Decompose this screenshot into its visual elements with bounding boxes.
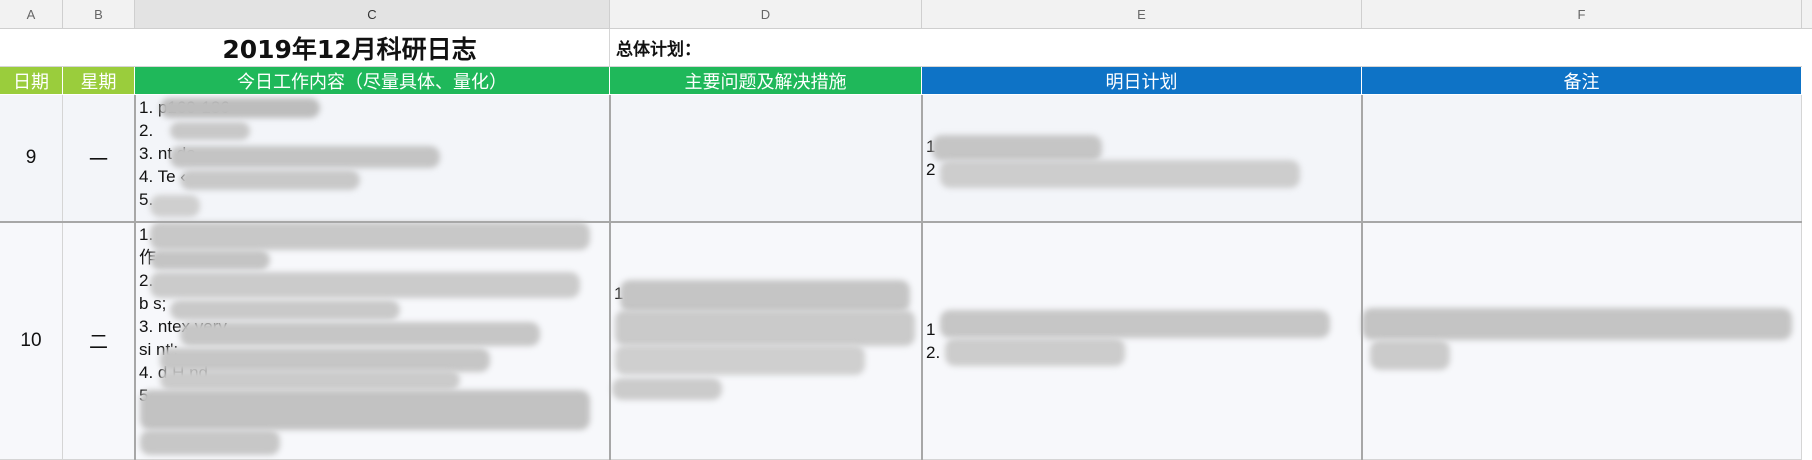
redaction-mask <box>180 170 360 190</box>
redaction-mask <box>160 348 490 372</box>
overall-plan-value[interactable] <box>922 29 1802 67</box>
column-header-f[interactable]: F <box>1362 0 1802 29</box>
redaction-mask <box>940 160 1300 188</box>
column-divider <box>921 95 923 460</box>
column-header-c[interactable]: C <box>135 0 610 29</box>
redaction-mask <box>150 195 200 217</box>
overall-plan-label[interactable]: 总体计划： <box>610 29 922 67</box>
redaction-mask <box>945 338 1125 366</box>
column-header-b[interactable]: B <box>63 0 135 29</box>
redaction-mask <box>932 135 1102 161</box>
column-header-d[interactable]: D <box>610 0 922 29</box>
redaction-mask <box>170 122 250 140</box>
column-divider <box>134 95 136 460</box>
date-cell[interactable]: 10 <box>0 222 63 460</box>
redaction-mask <box>150 250 270 270</box>
redaction-mask <box>140 430 280 455</box>
redaction-mask <box>140 390 590 430</box>
notes-cell[interactable] <box>1362 95 1802 222</box>
work-line: 5. <box>139 190 154 209</box>
redaction-mask <box>615 345 865 375</box>
redaction-mask <box>1362 308 1792 340</box>
redaction-mask <box>620 280 910 312</box>
redaction-mask <box>150 222 590 250</box>
redaction-mask <box>615 310 915 346</box>
sheet-title[interactable]: 2019年12月科研日志 <box>0 29 610 67</box>
column-header-e[interactable]: E <box>922 0 1362 29</box>
spreadsheet-grid: A B C D E F 2019年12月科研日志 总体计划： 日期 星期 今日工… <box>0 0 1812 460</box>
redaction-mask <box>160 98 320 118</box>
header-today-work[interactable]: 今日工作内容（尽量具体、量化） <box>135 67 610 95</box>
header-issues[interactable]: 主要问题及解决措施 <box>610 67 922 95</box>
column-divider <box>609 95 611 460</box>
redaction-mask <box>150 272 580 298</box>
column-header-a[interactable]: A <box>0 0 63 29</box>
header-weekday[interactable]: 星期 <box>63 67 135 95</box>
weekday-cell[interactable]: 二 <box>63 222 135 460</box>
column-divider <box>1361 95 1363 460</box>
issues-cell[interactable] <box>610 95 922 222</box>
redaction-mask <box>180 322 540 346</box>
redaction-mask <box>160 370 460 390</box>
header-date[interactable]: 日期 <box>0 67 63 95</box>
date-cell[interactable]: 9 <box>0 95 63 222</box>
weekday-cell[interactable]: 一 <box>63 95 135 222</box>
column-header-filler <box>1802 0 1812 29</box>
redaction-mask <box>940 310 1330 338</box>
header-tomorrow-plan[interactable]: 明日计划 <box>922 67 1362 95</box>
redaction-mask <box>612 378 722 400</box>
row-divider <box>0 221 1802 223</box>
redaction-mask <box>1370 340 1450 370</box>
header-notes[interactable]: 备注 <box>1362 67 1802 95</box>
redaction-mask <box>170 300 400 320</box>
redaction-mask <box>170 146 440 168</box>
